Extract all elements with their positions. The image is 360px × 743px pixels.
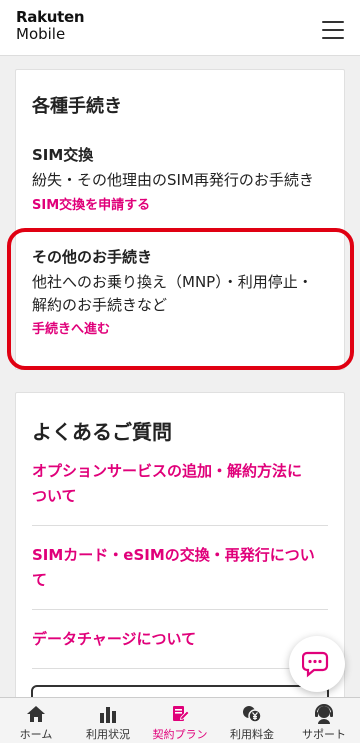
rakuten-mobile-logo[interactable]: Rakuten Mobile xyxy=(16,8,85,43)
other-procedures-heading: その他のお手続き xyxy=(32,248,153,266)
faq-item-line1[interactable]: データチャージについて xyxy=(32,627,196,651)
faq-divider xyxy=(32,525,328,526)
sim-exchange-description: 紛失・その他理由のSIM再発行のお手続き xyxy=(32,171,314,189)
procedures-title: 各種手続き xyxy=(32,96,122,117)
nav-label: ホーム xyxy=(19,728,53,741)
faq-item-line1[interactable]: SIMカード・eSIMの交換・再発行につい xyxy=(32,543,315,567)
nav-support[interactable]: サポート xyxy=(288,698,360,743)
nav-home[interactable]: ホーム xyxy=(0,698,72,743)
bottom-navigation: ホーム 利用状況 契約プラン 利用料金 サポート xyxy=(0,697,360,743)
contract-icon xyxy=(173,706,190,721)
support-icon xyxy=(315,704,333,724)
other-procedures-link[interactable]: 手続きへ進む xyxy=(32,318,110,337)
other-procedures-description-line2: 解約のお手続きなど xyxy=(32,296,168,314)
nav-usage[interactable]: 利用状況 xyxy=(72,698,144,743)
nav-contract-plan[interactable]: 契約プラン xyxy=(144,698,216,743)
nav-label: サポート xyxy=(302,728,346,741)
nav-label: 利用料金 xyxy=(230,728,274,741)
faq-title: よくあるご質問 xyxy=(32,420,172,444)
chat-bubble-icon xyxy=(302,651,329,678)
faq-item-line1[interactable]: オプションサービスの追加・解約方法に xyxy=(32,459,302,483)
logo-line2: Mobile xyxy=(16,25,66,43)
hamburger-menu-icon[interactable] xyxy=(322,21,344,39)
faq-item-line2[interactable]: ついて xyxy=(32,484,77,508)
nav-label: 利用状況 xyxy=(86,728,130,741)
yen-icon xyxy=(243,706,262,723)
faq-divider xyxy=(32,668,328,669)
faq-divider xyxy=(32,609,328,610)
chat-support-button[interactable] xyxy=(289,636,345,692)
other-procedures-description-line1: 他社へのお乗り換え（MNP）・利用停止・ xyxy=(32,273,313,291)
sim-exchange-heading: SIM交換 xyxy=(32,146,94,164)
nav-label: 契約プラン xyxy=(152,728,208,741)
nav-charges[interactable]: 利用料金 xyxy=(216,698,288,743)
logo-line1: Rakuten xyxy=(16,8,85,26)
app-header: Rakuten Mobile xyxy=(0,0,360,56)
home-icon xyxy=(27,706,45,722)
bar-chart-icon xyxy=(100,707,116,723)
sim-exchange-link[interactable]: SIM交換を申請する xyxy=(32,194,150,213)
faq-item-line2[interactable]: て xyxy=(32,568,47,592)
